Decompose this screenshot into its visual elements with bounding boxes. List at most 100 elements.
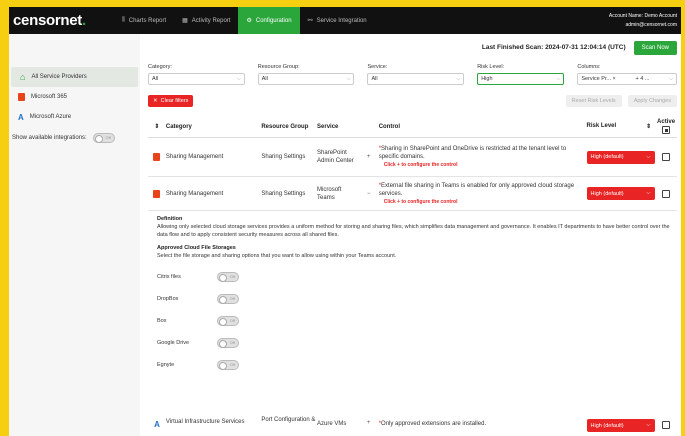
risk-level-select[interactable]: High ⌵: [477, 73, 565, 85]
definition-text: Allowing only selected cloud storage ser…: [157, 224, 670, 238]
chart-icon: ⫼: [122, 17, 125, 23]
chevron-down-icon: ⌵: [646, 190, 651, 196]
chevron-down-icon: ⌵: [556, 76, 561, 82]
home-icon: ⌂: [20, 72, 26, 82]
resource-group-filter: Resource Group: All ⌵: [257, 64, 355, 85]
table-row: Sharing Management Sharing Settings Shar…: [148, 138, 677, 177]
control-detail-panel: Definition Allowing only selected cloud …: [148, 211, 677, 260]
sidebar: ⌂ All Service Providers Microsoft 365 A Mi…: [9, 34, 140, 436]
header-resource-group[interactable]: Resource Group: [261, 124, 317, 130]
control-text: Sharing in SharePoint and OneDrive is re…: [378, 146, 567, 160]
header-category[interactable]: Category: [166, 124, 261, 130]
expand-button[interactable]: +: [359, 416, 379, 426]
risk-level-dropdown[interactable]: High (default) ⌵: [586, 419, 655, 432]
storage-option-citrix: Citrix files Off: [148, 266, 677, 288]
chevron-down-icon: ⌵: [646, 153, 651, 160]
more-columns: + 4 ...: [635, 76, 650, 82]
risk-level-filter: Risk Level: High ⌵: [477, 64, 565, 85]
google-drive-toggle[interactable]: Off: [217, 338, 239, 348]
columns-select[interactable]: Service Pr... × + 4 ... ⌵: [577, 73, 677, 85]
storage-option-box: Box Off: [148, 310, 677, 332]
chevron-down-icon: ⌵: [236, 76, 241, 82]
column-chip[interactable]: Service Pr... ×: [581, 76, 615, 82]
storage-option-google-drive: Google Drive Off: [148, 332, 677, 354]
sort-icon: ⇕: [646, 124, 652, 130]
nav-activity-report[interactable]: ▦ Activity Report: [174, 7, 238, 34]
sidebar-item-microsoft-azure[interactable]: A Microsoft Azure: [9, 107, 140, 127]
sort-icon[interactable]: ⇕: [148, 123, 166, 130]
storage-option-dropbox: DropBox Off: [148, 288, 677, 310]
risk-level-dropdown[interactable]: High (default) ⌵: [586, 187, 655, 200]
integrations-toggle-label: Show available integrations:: [12, 135, 87, 141]
nav-charts-report[interactable]: ⫼ Charts Report: [114, 7, 174, 34]
clear-filters-button[interactable]: ✕ Clear filters: [148, 95, 194, 107]
top-navbar: censornet. ⫼ Charts Report ▦ Activity Repo…: [9, 7, 681, 34]
integrations-toggle-row: Show available integrations: Off: [9, 133, 140, 143]
sidebar-item-all-service-providers[interactable]: ⌂ All Service Providers: [11, 67, 138, 87]
chevron-down-icon: ⌵: [669, 76, 673, 82]
service-filter: Service: All ⌵: [367, 64, 465, 85]
nav-configuration[interactable]: ⚙ Configuration: [238, 7, 300, 34]
collapse-button[interactable]: −: [359, 191, 379, 197]
chevron-down-icon: ⌵: [646, 422, 651, 428]
dropbox-toggle[interactable]: Off: [217, 294, 239, 304]
reset-risk-levels-button[interactable]: Reset Risk Levels: [565, 95, 622, 107]
header-risk-level[interactable]: Risk Level ⇕: [587, 123, 656, 130]
censornet-logo[interactable]: censornet.: [9, 12, 114, 29]
account-name: Account Name: Demo Account: [608, 13, 677, 19]
controls-table: ⇕ Category Resource Group Service Contro…: [148, 116, 677, 376]
nav-service-integration[interactable]: ⚯ Service Integration: [300, 7, 375, 34]
resource-group-select[interactable]: All ⌵: [257, 73, 355, 85]
last-scan-label: Last Finished Scan: 2024-07-31 12:04:14 …: [481, 44, 626, 51]
close-icon: ✕: [153, 98, 158, 104]
scan-now-button[interactable]: Scan Now: [633, 40, 677, 55]
box-toggle[interactable]: Off: [217, 316, 239, 326]
scan-bar: Last Finished Scan: 2024-07-31 12:04:14 …: [140, 34, 681, 61]
filters-bar: Category: All ⌵ Resource Group: All ⌵ Serv…: [148, 64, 677, 85]
account-email: admin@censornet.com: [625, 22, 678, 28]
integrations-toggle[interactable]: Off: [92, 133, 115, 143]
storage-option-egnyte: Egnyte Off: [148, 354, 677, 376]
app-frame: censornet. ⫼ Charts Report ▦ Activity Repo…: [9, 7, 681, 436]
right-actions: Reset Risk Levels Apply Changes: [565, 95, 677, 107]
chevron-down-icon: ⌵: [456, 76, 461, 82]
active-checkbox[interactable]: [662, 421, 671, 429]
select-all-checkbox[interactable]: [662, 126, 671, 134]
table-header: ⇕ Category Resource Group Service Contro…: [148, 116, 677, 138]
active-checkbox[interactable]: [662, 153, 671, 161]
egnyte-toggle[interactable]: Off: [217, 360, 239, 370]
risk-level-dropdown[interactable]: High (default) ⌵: [586, 150, 655, 164]
office-365-icon: [18, 93, 25, 101]
header-control[interactable]: Control: [379, 123, 587, 131]
office-365-icon: [153, 153, 161, 161]
category-select[interactable]: All ⌵: [148, 73, 245, 85]
azure-icon: A: [154, 420, 160, 429]
azure-icon: A: [18, 112, 24, 122]
account-info[interactable]: Account Name: Demo Account admin@censorn…: [609, 12, 677, 30]
service-select[interactable]: All ⌵: [367, 73, 465, 85]
table-row: Sharing Management Sharing Settings Micr…: [148, 177, 677, 211]
active-checkbox[interactable]: [662, 189, 671, 198]
chevron-down-icon: ⌵: [346, 76, 351, 82]
table-row: A Virtual Infrastructure Services Port C…: [148, 416, 677, 436]
link-icon: ⚯: [307, 18, 313, 24]
configure-hint: Click + to configure the control: [383, 162, 458, 168]
definition-title: Definition: [157, 216, 183, 222]
expand-button[interactable]: +: [359, 154, 379, 160]
columns-filter: Columns: Service Pr... × + 4 ... ⌵: [577, 64, 677, 85]
sidebar-item-microsoft-365[interactable]: Microsoft 365: [9, 87, 140, 107]
office-365-icon: [153, 189, 161, 198]
citrix-toggle[interactable]: Off: [217, 272, 239, 282]
category-filter: Category: All ⌵: [148, 64, 245, 85]
close-icon[interactable]: ×: [613, 76, 616, 82]
gear-icon: ⚙: [246, 18, 252, 24]
activity-icon: ▦: [182, 18, 188, 24]
approved-storages-text: Select the file storage and sharing opti…: [157, 253, 397, 259]
header-active: Active: [655, 119, 677, 134]
main-nav: ⫼ Charts Report ▦ Activity Report ⚙ Configu…: [114, 7, 375, 34]
apply-changes-button[interactable]: Apply Changes: [627, 95, 677, 107]
header-service[interactable]: Service: [317, 123, 359, 131]
actions-bar: ✕ Clear filters Reset Risk Levels Apply C…: [148, 94, 677, 108]
control-text: Only approved extensions are installed.: [381, 421, 487, 427]
approved-storages-title: Approved Cloud File Storages: [157, 245, 236, 251]
